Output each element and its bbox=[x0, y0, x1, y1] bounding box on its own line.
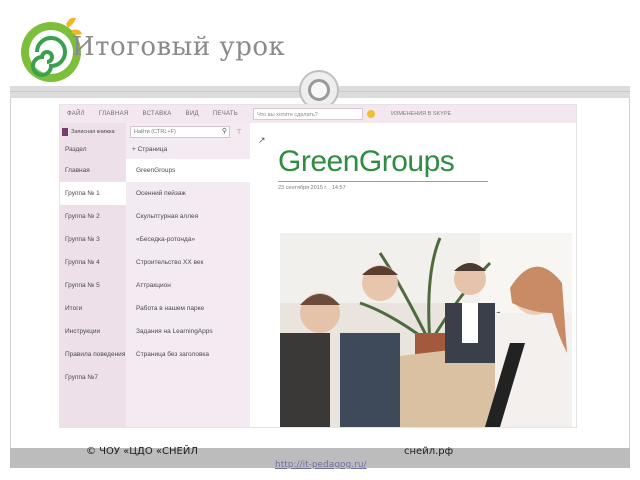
search-input[interactable]: Найти (CTRL+F) ⚲ bbox=[130, 126, 230, 138]
frame-left-border bbox=[10, 98, 11, 448]
search-placeholder: Найти (CTRL+F) bbox=[134, 129, 176, 135]
page-item-rotunda[interactable]: «Беседка-ротонда» bbox=[126, 228, 250, 251]
ribbon-tab-print[interactable]: Печать bbox=[206, 111, 245, 117]
notebook-name: Записная книжка bbox=[71, 129, 115, 135]
section-item-rules[interactable]: Правила поведения bbox=[60, 343, 126, 366]
search-icon[interactable]: ⚲ bbox=[222, 128, 227, 136]
sections-sidebar: Записная книжка Раздел Главная Группа № … bbox=[60, 123, 126, 427]
page-item-autumn[interactable]: Осенний пейзаж bbox=[126, 182, 250, 205]
section-item-group-1[interactable]: Группа № 1 bbox=[60, 182, 126, 205]
section-item-main[interactable]: Главная bbox=[60, 159, 126, 182]
page-item-sculpture[interactable]: Скульптурная аллея bbox=[126, 205, 250, 228]
onenote-window: Файл Главная Вставка Вид Печать Что вы х… bbox=[60, 105, 576, 427]
page-timestamp: 23 сентября 2015 г. 14:57 bbox=[278, 185, 346, 191]
lightbulb-icon[interactable] bbox=[367, 110, 376, 118]
ribbon-tab-view[interactable]: Вид bbox=[179, 111, 206, 117]
ribbon-tab-file[interactable]: Файл bbox=[60, 111, 92, 117]
add-page-button[interactable]: + Страница bbox=[126, 141, 250, 159]
section-item-group-4[interactable]: Группа № 4 bbox=[60, 251, 126, 274]
page-item-construction[interactable]: Строительство ХХ век bbox=[126, 251, 250, 274]
page-content: ↗ GreenGroups 23 сентября 2015 г. 14:57 bbox=[250, 123, 576, 427]
page-item-learningapps[interactable]: Задания на LearningApps bbox=[126, 320, 250, 343]
add-section-button[interactable]: Раздел bbox=[60, 141, 126, 159]
group-photo bbox=[280, 233, 572, 427]
tell-me-input[interactable]: Что вы хотите сделать? bbox=[253, 108, 364, 120]
section-item-group-2[interactable]: Группа № 2 bbox=[60, 205, 126, 228]
page-title[interactable]: GreenGroups bbox=[278, 145, 455, 179]
pin-icon[interactable]: ⊤ bbox=[236, 128, 242, 136]
search-bar: Найти (CTRL+F) ⚲ ⊤ bbox=[126, 123, 250, 141]
footer-url-link[interactable]: http://it-pedagog.ru/ bbox=[275, 460, 367, 470]
skype-changes-link[interactable]: Изменения в Skype bbox=[391, 111, 451, 117]
ribbon-tab-home[interactable]: Главная bbox=[92, 111, 136, 117]
page-item-untitled[interactable]: Страница без заголовка bbox=[126, 343, 250, 366]
footer-copyright: © ЧОУ «ЦДО «СНЕЙЛ bbox=[86, 446, 198, 457]
section-item-group-5[interactable]: Группа № 5 bbox=[60, 274, 126, 297]
section-item-group-3[interactable]: Группа № 3 bbox=[60, 228, 126, 251]
footer-site: снейл.рф bbox=[404, 446, 454, 457]
slide-title: Итоговый урок bbox=[72, 32, 286, 62]
page-time: 14:57 bbox=[331, 185, 346, 191]
page-date: 23 сентября 2015 г. bbox=[278, 185, 328, 191]
frame-right-border bbox=[629, 98, 630, 448]
ribbon-bar: Файл Главная Вставка Вид Печать Что вы х… bbox=[60, 105, 576, 123]
expand-icon[interactable]: ↗ bbox=[258, 135, 266, 146]
notebook-selector[interactable]: Записная книжка bbox=[60, 123, 126, 141]
section-item-group-7[interactable]: Группа №7 bbox=[60, 366, 126, 389]
section-item-results[interactable]: Итоги bbox=[60, 297, 126, 320]
pages-sidebar: Найти (CTRL+F) ⚲ ⊤ + Страница GreenGroup… bbox=[126, 123, 250, 427]
page-item-attraction[interactable]: Аттракцион bbox=[126, 274, 250, 297]
page-item-park-work[interactable]: Работа в нашем парке bbox=[126, 297, 250, 320]
add-page-label: Страница bbox=[137, 146, 168, 153]
page-item-greengroups[interactable]: GreenGroups bbox=[126, 159, 250, 182]
ribbon-tab-insert[interactable]: Вставка bbox=[136, 111, 179, 117]
notebook-icon bbox=[62, 128, 68, 136]
title-underline bbox=[278, 181, 488, 182]
section-item-instructions[interactable]: Инструкции bbox=[60, 320, 126, 343]
slide-circle-ornament bbox=[299, 70, 339, 110]
